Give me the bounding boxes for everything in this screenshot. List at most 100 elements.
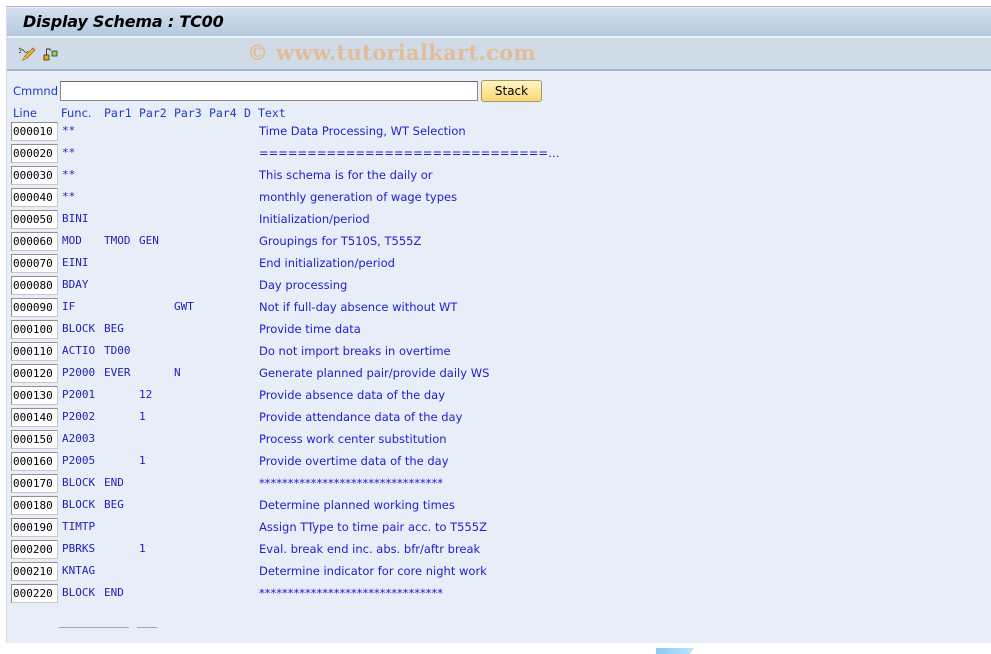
par1-cell: EVER	[104, 366, 131, 379]
line-number-field[interactable]: 000110	[11, 342, 58, 361]
func-cell: BLOCK	[62, 586, 96, 599]
command-input[interactable]	[60, 81, 478, 101]
line-number-field[interactable]: 000140	[11, 408, 58, 427]
text-cell: ********************************	[259, 586, 443, 600]
line-number-field[interactable]: 000010	[11, 122, 58, 141]
line-number-field[interactable]: 000090	[11, 298, 58, 317]
par2-cell: 12	[139, 388, 153, 401]
line-number-field[interactable]: 000060	[11, 232, 58, 251]
schema-window: Display Schema : TC00 © www.tutorialkart…	[6, 6, 991, 643]
display-change-icon[interactable]	[18, 46, 36, 62]
text-cell: Groupings for T510S, T555Z	[259, 234, 422, 248]
table-row: 000120 P2000 EVER N Generate planned pair/pr…	[7, 364, 607, 386]
func-cell: P2002	[62, 410, 96, 423]
stack-button[interactable]: Stack	[481, 80, 542, 102]
table-row: 000070 EINI End initialization/period	[7, 254, 607, 276]
table-row: 000130 P2001 12 Provide absence data of the…	[7, 386, 607, 408]
footer-divider	[59, 627, 129, 628]
column-header-line: Line	[13, 106, 37, 120]
line-number-field[interactable]: 000170	[11, 474, 58, 493]
line-number-field[interactable]: 000160	[11, 452, 58, 471]
line-number-field[interactable]: 000150	[11, 430, 58, 449]
line-number-field[interactable]: 000220	[11, 584, 58, 603]
column-header-func: Func.	[61, 106, 92, 120]
func-cell: MOD	[62, 234, 82, 247]
line-number-field[interactable]: 000210	[11, 562, 58, 581]
func-cell: BLOCK	[62, 476, 96, 489]
text-cell: ********************************	[259, 476, 443, 490]
func-cell: P2005	[62, 454, 96, 467]
table-row: 000110 ACTIO TD00 Do not import breaks in o…	[7, 342, 607, 364]
table-row: 000210 KNTAG Determine indicator for core …	[7, 562, 607, 584]
table-row: 000140 P2002 1 Provide attendance data of t…	[7, 408, 607, 430]
par1-cell: TD00	[104, 344, 131, 357]
table-row: 000040 ** monthly generation of wage types	[7, 188, 607, 210]
func-cell: BINI	[62, 212, 89, 225]
func-cell: P2001	[62, 388, 96, 401]
column-header-par4: Par4	[209, 106, 237, 120]
table-row: 000090 IF GWT Not if full-day absence witho…	[7, 298, 607, 320]
line-number-field[interactable]: 000200	[11, 540, 58, 559]
watermark: © www.tutorialkart.com	[247, 40, 536, 65]
column-header-par1: Par1	[104, 106, 132, 120]
text-cell: End initialization/period	[259, 256, 395, 270]
line-number-field[interactable]: 000020	[11, 144, 58, 163]
column-header-text: Text	[258, 106, 286, 120]
table-row: 000060 MOD TMOD GEN Groupings for T510S, T55…	[7, 232, 607, 254]
table-row: 000170 BLOCK END **************************…	[7, 474, 607, 496]
other-object-icon[interactable]	[42, 46, 60, 62]
table-row: 000100 BLOCK BEG Provide time data	[7, 320, 607, 342]
text-cell: Generate planned pair/provide daily WS	[259, 366, 490, 380]
footer-divider	[137, 627, 157, 628]
line-number-field[interactable]: 000120	[11, 364, 58, 383]
line-number-field[interactable]: 000040	[11, 188, 58, 207]
title-bar: Display Schema : TC00	[7, 8, 991, 37]
text-cell: Day processing	[259, 278, 348, 292]
line-number-field[interactable]: 000050	[11, 210, 58, 229]
par2-cell: 1	[139, 410, 146, 423]
func-cell: **	[62, 124, 76, 137]
func-cell: BDAY	[62, 278, 89, 291]
text-cell: Do not import breaks in overtime	[259, 344, 451, 358]
line-number-field[interactable]: 000030	[11, 166, 58, 185]
text-cell: Determine indicator for core night work	[259, 564, 487, 578]
line-number-field[interactable]: 000130	[11, 386, 58, 405]
func-cell: EINI	[62, 256, 89, 269]
func-cell: A2003	[62, 432, 96, 445]
window-title: Display Schema : TC00	[23, 12, 224, 31]
table-row: 000150 A2003 Process work center substitut…	[7, 430, 607, 452]
func-cell: BLOCK	[62, 498, 96, 511]
func-cell: TIMTP	[62, 520, 96, 533]
text-cell: Time Data Processing, WT Selection	[259, 124, 466, 138]
text-cell: Provide overtime data of the day	[259, 454, 449, 468]
table-row: 000050 BINI Initialization/period	[7, 210, 607, 232]
table-row: 000160 P2005 1 Provide overtime data of the…	[7, 452, 607, 474]
column-header-d: D	[244, 106, 251, 120]
text-cell: Initialization/period	[259, 212, 370, 226]
par1-cell: END	[104, 586, 124, 599]
column-header-par2: Par2	[139, 106, 167, 120]
text-cell: monthly generation of wage types	[259, 190, 458, 204]
column-header-par3: Par3	[174, 106, 202, 120]
text-cell: Provide time data	[259, 322, 361, 336]
text-cell: Provide attendance data of the day	[259, 410, 463, 424]
text-cell: This schema is for the daily or	[259, 168, 433, 182]
func-cell: **	[62, 190, 76, 203]
func-cell: BLOCK	[62, 322, 96, 335]
text-cell: ==============================…	[259, 146, 560, 160]
par2-cell: 1	[139, 454, 146, 467]
table-row: 000180 BLOCK BEG Determine planned working …	[7, 496, 607, 518]
table-row: 000220 BLOCK END **************************…	[7, 584, 607, 606]
text-cell: Assign TType to time pair acc. to T555Z	[259, 520, 488, 534]
func-cell: P2000	[62, 366, 96, 379]
line-number-field[interactable]: 000070	[11, 254, 58, 273]
text-cell: Provide absence data of the day	[259, 388, 446, 402]
line-number-field[interactable]: 000080	[11, 276, 58, 295]
line-number-field[interactable]: 000100	[11, 320, 58, 339]
text-cell: Not if full-day absence without WT	[259, 300, 458, 314]
line-number-field[interactable]: 000190	[11, 518, 58, 537]
line-number-field[interactable]: 000180	[11, 496, 58, 515]
par3-cell: N	[174, 366, 181, 379]
text-cell: Determine planned working times	[259, 498, 455, 512]
text-cell: Process work center substitution	[259, 432, 447, 446]
